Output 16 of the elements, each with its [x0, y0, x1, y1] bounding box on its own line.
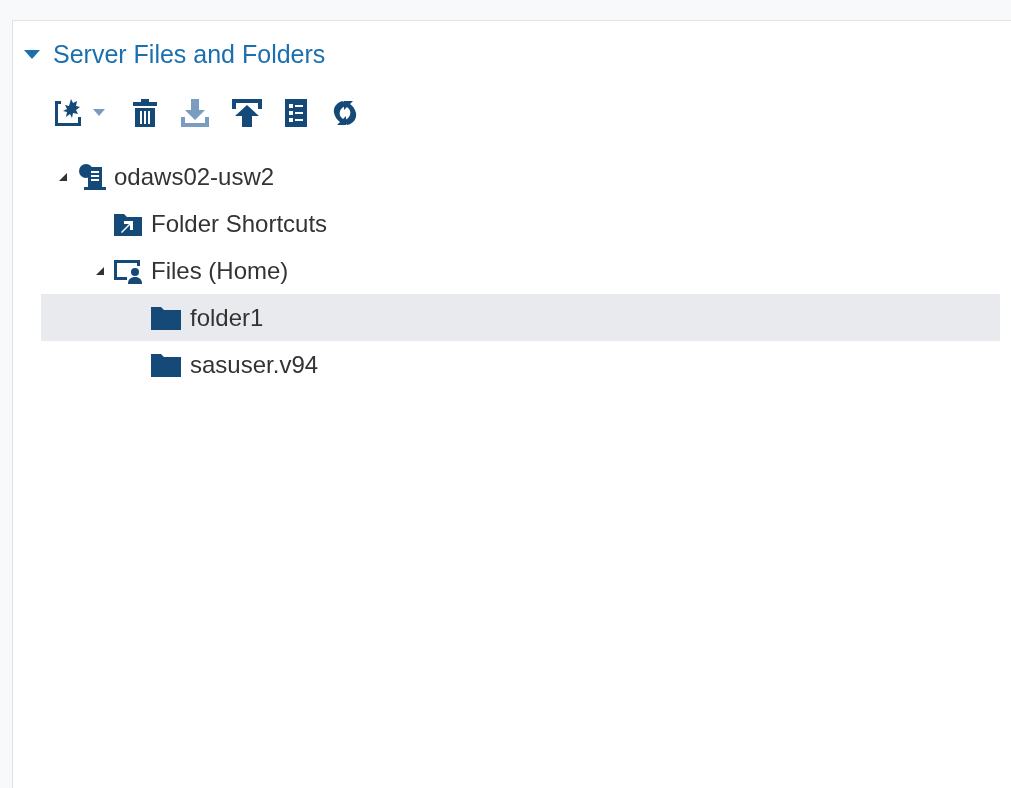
- tree-item[interactable]: Folder Shortcuts: [151, 205, 328, 242]
- selected-row-highlight[interactable]: folder1: [41, 294, 1000, 341]
- upload-icon[interactable]: [231, 97, 263, 129]
- expanded-icon[interactable]: [58, 171, 68, 182]
- expanded-icon[interactable]: [95, 265, 105, 276]
- tree-item[interactable]: folder1: [190, 299, 264, 336]
- collapse-icon[interactable]: [23, 48, 41, 60]
- tree-item[interactable]: sasuser.v94: [190, 346, 319, 383]
- tree-item[interactable]: odaws02-usw2: [114, 158, 275, 195]
- folder-icon: [150, 304, 182, 331]
- server-icon: [76, 162, 106, 191]
- panel-title: Server Files and Folders: [53, 39, 326, 70]
- trash-icon[interactable]: [131, 97, 159, 129]
- tree-item[interactable]: Files (Home): [151, 252, 289, 289]
- folder-icon: [150, 351, 182, 378]
- list-icon[interactable]: [283, 97, 309, 129]
